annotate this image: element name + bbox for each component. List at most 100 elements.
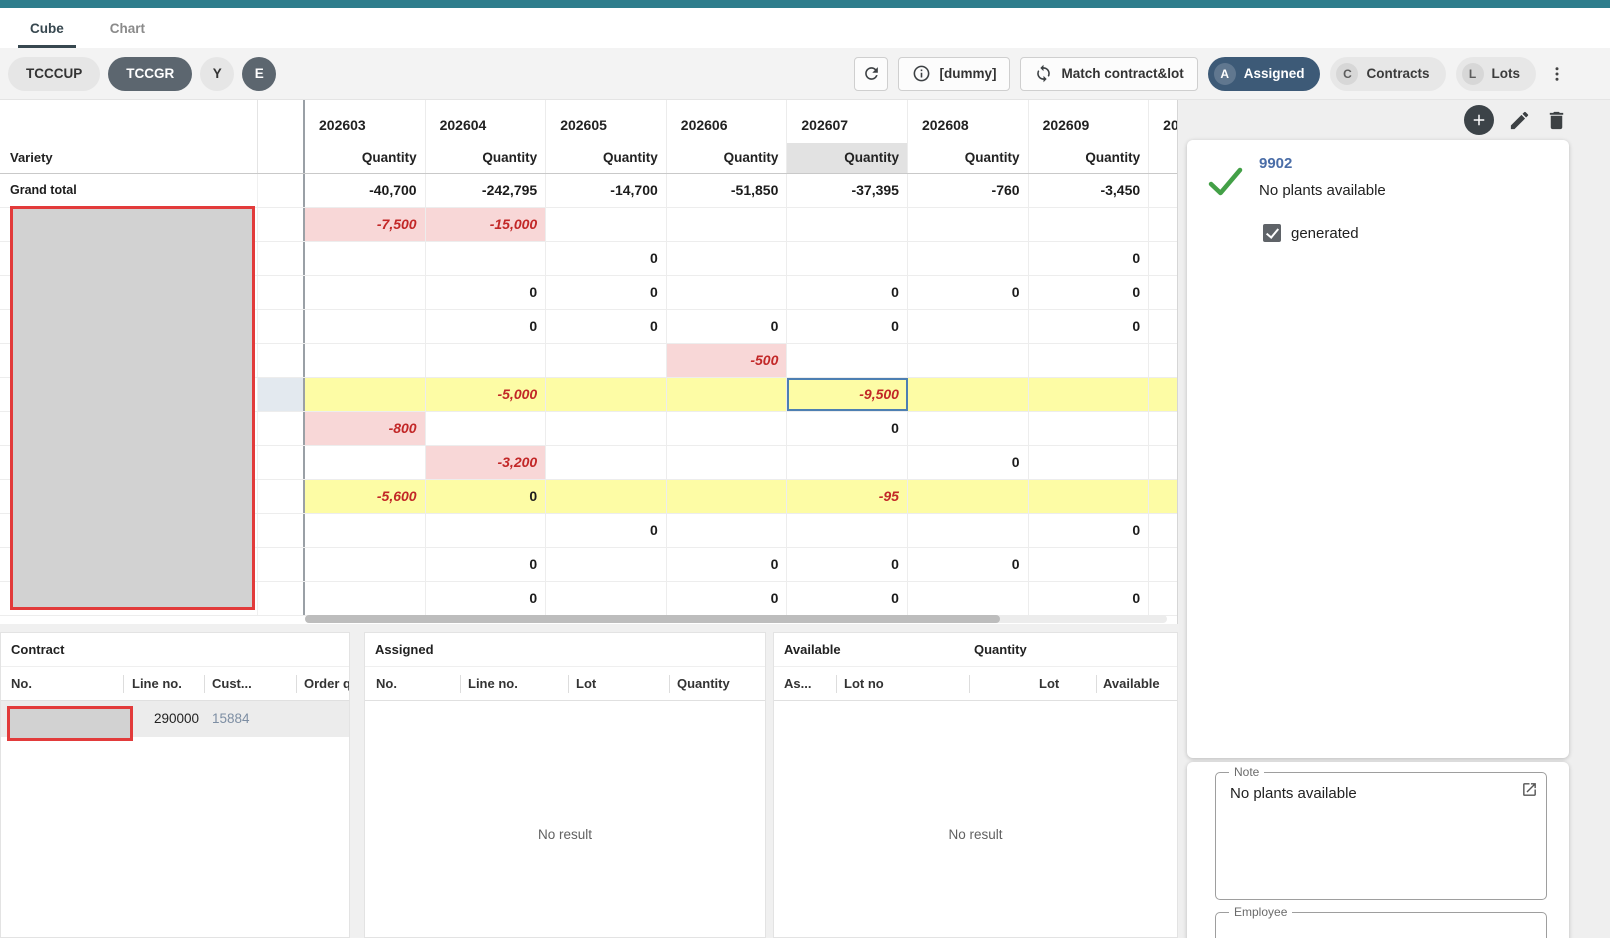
grid-cell[interactable] — [908, 310, 1029, 343]
grid-cell[interactable]: 0 — [1029, 582, 1150, 615]
grid-cell[interactable] — [1149, 514, 1177, 547]
grid-cell[interactable] — [1149, 378, 1177, 411]
grid-cell[interactable] — [305, 276, 426, 309]
grid-cell[interactable] — [1149, 480, 1177, 513]
column-header-202603[interactable]: 202603 Quantity — [305, 100, 426, 173]
grid-cell[interactable]: 0 — [787, 276, 908, 309]
grid-cell[interactable]: 0 — [546, 242, 667, 275]
grid-cell[interactable]: 0 — [426, 582, 547, 615]
grid-cell[interactable] — [1149, 276, 1177, 309]
refresh-button[interactable] — [854, 56, 889, 91]
column-header-202606[interactable]: 202606 Quantity — [667, 100, 788, 173]
grid-cell[interactable]: 0 — [426, 310, 547, 343]
grid-cell[interactable] — [908, 582, 1029, 615]
grid-cell[interactable] — [908, 208, 1029, 241]
grid-cell[interactable] — [305, 242, 426, 275]
grid-cell[interactable] — [907, 378, 1029, 411]
grid-cell[interactable] — [305, 446, 426, 479]
grid-cell[interactable] — [305, 548, 426, 581]
tab-cube[interactable]: Cube — [18, 8, 76, 48]
grid-cell[interactable] — [546, 344, 667, 377]
grid-cell[interactable] — [1149, 412, 1177, 445]
grid-cell[interactable] — [426, 412, 547, 445]
grid-cell[interactable] — [667, 242, 788, 275]
view-lots[interactable]: L Lots — [1455, 56, 1536, 91]
grid-cell[interactable]: -15,000 — [425, 208, 547, 241]
grid-cell[interactable] — [1029, 548, 1150, 581]
delete-button[interactable] — [1545, 109, 1568, 132]
scrollbar-thumb[interactable] — [305, 615, 1000, 623]
assigned-column-header-2[interactable]: Lot — [576, 667, 596, 700]
column-header-20[interactable]: 20 — [1149, 100, 1177, 173]
grid-cell[interactable]: 0 — [426, 548, 547, 581]
grid-cell[interactable] — [908, 412, 1029, 445]
column-header-202609[interactable]: 202609 Quantity — [1029, 100, 1150, 173]
grid-cell[interactable]: -760 — [908, 174, 1029, 207]
grid-cell[interactable] — [787, 514, 908, 547]
grid-cell[interactable] — [426, 344, 547, 377]
available-column-header-3[interactable]: Available — [1103, 667, 1160, 700]
filter-e[interactable]: E — [242, 56, 277, 91]
grid-cell[interactable] — [1149, 310, 1177, 343]
grid-cell-selected[interactable]: -9,500 — [787, 378, 908, 411]
grid-cell[interactable] — [546, 208, 667, 241]
grid-cell[interactable]: 0 — [1029, 310, 1150, 343]
edit-button[interactable] — [1508, 109, 1531, 132]
grid-cell[interactable] — [426, 514, 547, 547]
grid-cell[interactable]: -800 — [305, 412, 426, 445]
contract-column-header-3[interactable]: Order qt — [304, 667, 349, 700]
filter-tccgr[interactable]: TCCGR — [108, 56, 193, 91]
grid-cell[interactable] — [908, 514, 1029, 547]
grid-cell[interactable] — [546, 582, 667, 615]
grid-cell[interactable] — [666, 480, 788, 513]
grid-cell[interactable] — [546, 548, 667, 581]
grid-cell[interactable]: 0 — [1029, 276, 1150, 309]
grid-cell[interactable] — [787, 208, 908, 241]
filter-y[interactable]: Y — [200, 56, 235, 91]
add-button[interactable] — [1464, 105, 1494, 135]
grid-cell[interactable]: 0 — [787, 412, 908, 445]
grid-cell[interactable]: -5,000 — [425, 378, 547, 411]
grid-cell[interactable]: 0 — [908, 548, 1029, 581]
grid-cell[interactable]: 0 — [425, 480, 547, 513]
grid-cell[interactable]: 0 — [787, 310, 908, 343]
grid-cell[interactable]: 0 — [787, 582, 908, 615]
grid-cell[interactable]: 0 — [908, 276, 1029, 309]
open-in-new-icon[interactable] — [1521, 781, 1538, 798]
grid-cell[interactable] — [908, 344, 1029, 377]
grid-cell[interactable] — [667, 208, 788, 241]
grid-cell[interactable] — [1149, 242, 1177, 275]
grid-cell[interactable] — [546, 446, 667, 479]
grid-cell[interactable]: 0 — [546, 310, 667, 343]
grid-cell[interactable] — [1149, 208, 1177, 241]
grid-cell[interactable] — [546, 412, 667, 445]
grid-cell[interactable]: 0 — [426, 276, 547, 309]
grid-cell[interactable] — [1028, 378, 1150, 411]
assigned-column-header-1[interactable]: Line no. — [468, 667, 518, 700]
filter-tcccup[interactable]: TCCCUP — [8, 56, 101, 91]
assigned-column-header-0[interactable]: No. — [376, 667, 397, 700]
grid-cell[interactable] — [1029, 208, 1150, 241]
overflow-menu-button[interactable] — [1546, 57, 1568, 91]
grid-cell[interactable]: 0 — [667, 582, 788, 615]
grid-cell[interactable] — [787, 344, 908, 377]
grid-cell[interactable] — [1029, 344, 1150, 377]
grid-cell[interactable] — [1149, 344, 1177, 377]
grid-cell[interactable] — [1149, 582, 1177, 615]
assigned-column-header-3[interactable]: Quantity — [677, 667, 730, 700]
grid-cell[interactable]: -3,200 — [425, 446, 547, 479]
match-contract-lot-button[interactable]: Match contract&lot — [1020, 56, 1198, 91]
grid-cell[interactable] — [667, 412, 788, 445]
grid-cell[interactable]: 0 — [546, 276, 667, 309]
view-contracts[interactable]: C Contracts — [1330, 56, 1446, 91]
grid-cell[interactable] — [1028, 480, 1150, 513]
grid-cell[interactable] — [1029, 446, 1150, 479]
employee-field[interactable]: Employee — [1215, 905, 1547, 938]
grid-cell[interactable]: -3,450 — [1029, 174, 1150, 207]
grid-cell[interactable] — [305, 378, 426, 411]
grid-cell[interactable]: 0 — [908, 446, 1029, 479]
available-column-header-1[interactable]: Lot no — [844, 667, 884, 700]
column-header-202608[interactable]: 202608 Quantity — [908, 100, 1029, 173]
generated-checkbox[interactable] — [1263, 224, 1281, 242]
horizontal-scrollbar[interactable] — [305, 615, 1167, 623]
